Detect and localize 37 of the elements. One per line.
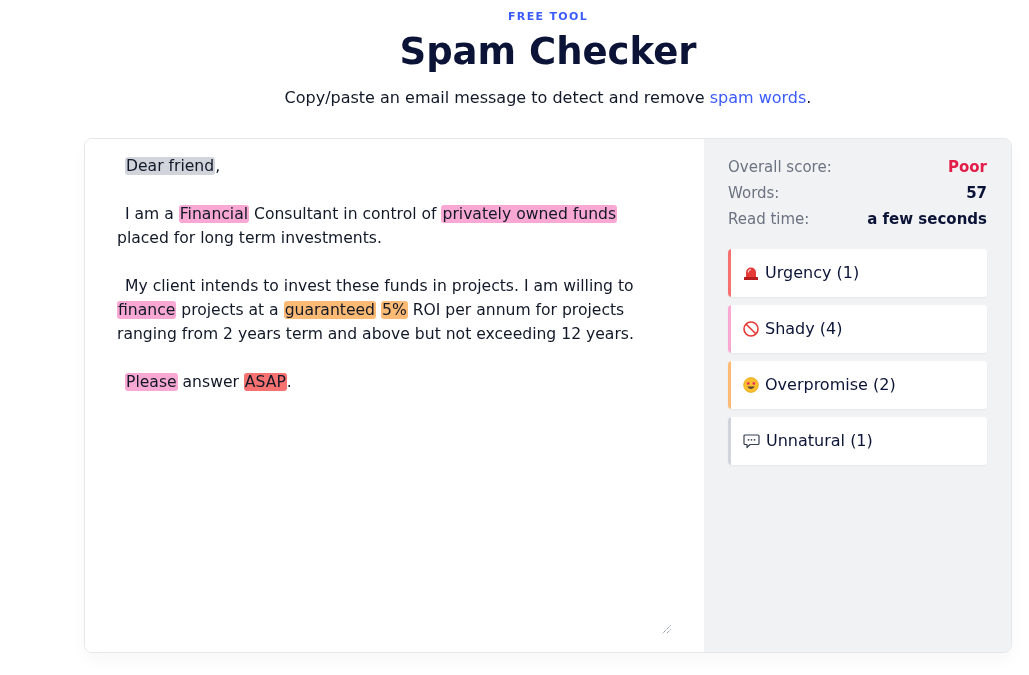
- eyebrow-label: FREE TOOL: [508, 9, 588, 25]
- subtitle-text: Copy/paste an email message to detect and remove spam words.: [284, 87, 812, 109]
- email-text: ROI per annum for projects: [411, 301, 625, 319]
- email-text: ranging from 2 years term and above but not exceeding 12 years.: [117, 325, 634, 343]
- email-text: I am a: [125, 205, 175, 223]
- spam-word-highlight[interactable]: 5%: [381, 301, 408, 319]
- stat-label: Overall score:: [728, 156, 832, 178]
- email-text: placed for long term investments.: [117, 229, 382, 247]
- spam-word-highlight[interactable]: Financial: [178, 205, 250, 223]
- prohibited-sign-icon: [743, 321, 759, 337]
- email-text: projects at a: [180, 301, 280, 319]
- email-text: My client intends to invest these funds in projects. I am willing to: [125, 277, 634, 295]
- star-eyes-face-icon: [743, 377, 759, 393]
- email-text: answer: [181, 373, 240, 391]
- spam-word-highlight[interactable]: Dear friend: [125, 157, 216, 175]
- spam-word-highlight[interactable]: ASAP: [243, 373, 287, 391]
- spam-word-highlight[interactable]: guaranteed: [283, 301, 376, 319]
- siren-icon: [743, 265, 759, 281]
- spam-words-link[interactable]: spam words: [709, 88, 807, 107]
- speech-bubble-icon: [743, 433, 760, 449]
- category-button[interactable]: Shady (4): [731, 305, 987, 353]
- email-text: Consultant in control of: [253, 205, 438, 223]
- email-text: .: [286, 373, 292, 391]
- category-button[interactable]: Unnatural (1): [731, 417, 987, 465]
- category-button[interactable]: Overpromise (2): [731, 361, 987, 409]
- resize-handle-icon[interactable]: [662, 625, 671, 634]
- email-text: ,: [215, 157, 221, 175]
- stat-value: 57: [966, 182, 987, 204]
- stat-label: Read time:: [728, 208, 810, 230]
- spam-word-highlight[interactable]: Please: [125, 373, 178, 391]
- spam-word-highlight[interactable]: privately owned funds: [441, 205, 618, 223]
- stat-label: Words:: [728, 182, 780, 204]
- page-title: Spam Checker: [399, 29, 697, 75]
- category-button[interactable]: Urgency (1): [731, 249, 987, 297]
- spam-word-highlight[interactable]: finance: [117, 301, 177, 319]
- stat-value: a few seconds: [867, 208, 987, 230]
- stat-value: Poor: [948, 156, 987, 178]
